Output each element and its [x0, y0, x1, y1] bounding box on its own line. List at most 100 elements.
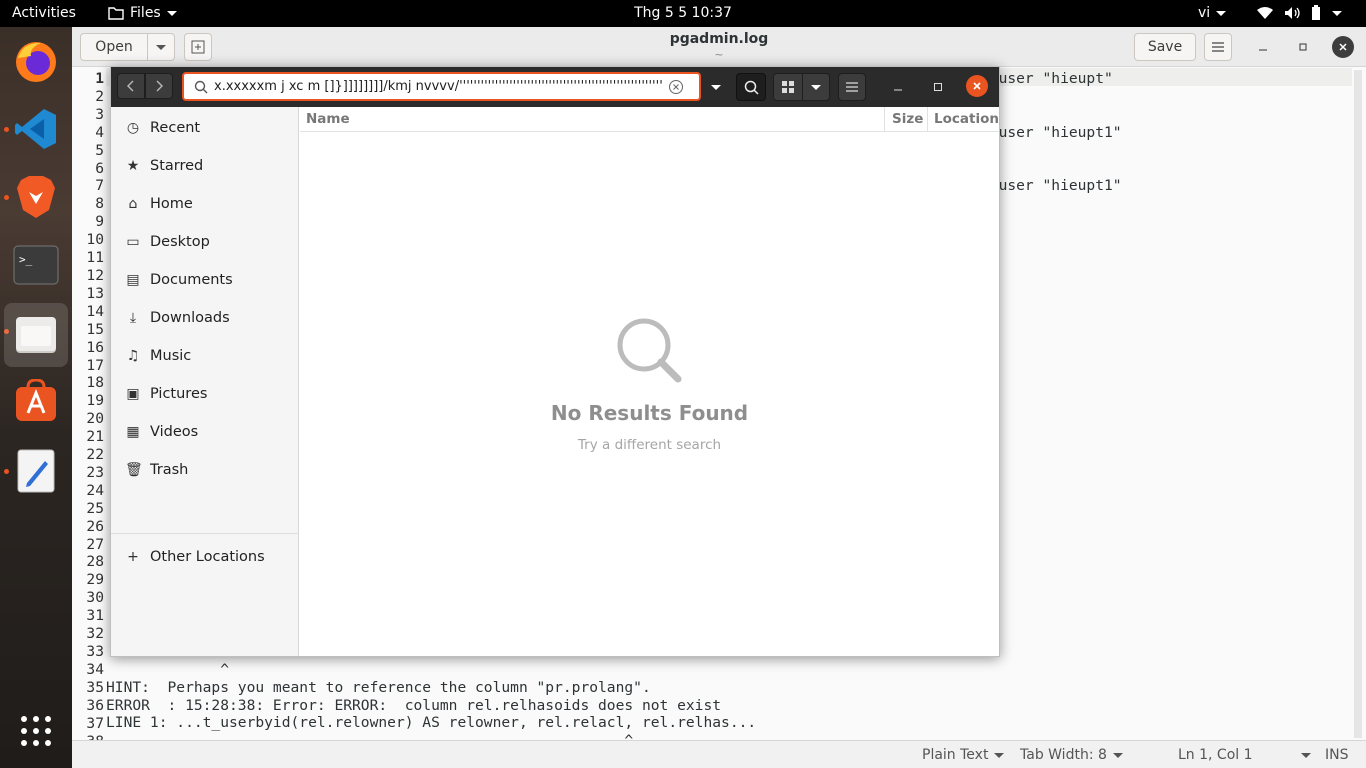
firefox-icon [16, 42, 56, 82]
grid-view-button[interactable] [773, 73, 803, 101]
dialog-headerbar: x.xxxxxm j xc m []}]]]]]]]]/kmj nvvvv/''… [111, 67, 999, 107]
column-divider [927, 107, 928, 132]
app-menu-label: Files [130, 5, 161, 21]
dialog-close-button[interactable] [966, 75, 988, 97]
sidebar-item-starred[interactable]: ★ Starred [111, 147, 299, 185]
sidebar-item-label: Home [150, 196, 193, 212]
dialog-minimize-button[interactable] [887, 73, 909, 101]
dialog-maximize-button[interactable] [927, 73, 949, 101]
search-toggle-button[interactable] [736, 73, 766, 101]
plus-icon: + [127, 549, 139, 565]
search-input[interactable]: x.xxxxxm j xc m []}]]]]]]]]/kmj nvvvv/''… [182, 72, 701, 101]
files-icon [16, 317, 56, 353]
line-number: 8 [95, 195, 104, 213]
chevron-down-icon [1332, 10, 1342, 16]
sidebar-item-other-locations[interactable]: + Other Locations [111, 538, 299, 576]
close-icon [1339, 43, 1347, 51]
app-menu[interactable]: Files [108, 5, 177, 21]
hamburger-menu-button[interactable] [1204, 33, 1232, 61]
language-selector[interactable]: Plain Text [922, 747, 1005, 763]
vscode-icon [15, 109, 56, 149]
text-editor-launcher[interactable] [12, 447, 60, 495]
chevron-right-icon [156, 80, 163, 92]
video-icon: ▦ [126, 424, 140, 440]
column-header-name[interactable]: Name [306, 111, 350, 127]
sidebar-item-pictures[interactable]: ▣ Pictures [111, 375, 299, 413]
chevron-down-icon [156, 44, 166, 50]
column-header-size[interactable]: Size [892, 111, 923, 127]
document-title: pgadmin.log [669, 31, 769, 47]
column-header-location[interactable]: Location [934, 111, 999, 127]
terminal-launcher[interactable]: >_ [12, 241, 60, 289]
back-button[interactable] [117, 73, 145, 99]
sidebar-item-label: Desktop [150, 234, 210, 250]
column-divider [884, 107, 885, 132]
sidebar-item-videos[interactable]: ▦ Videos [111, 413, 299, 451]
path-dropdown-button[interactable] [705, 73, 727, 101]
line-number: 34 [86, 660, 104, 678]
sidebar-item-home[interactable]: ⌂ Home [111, 185, 299, 223]
line-number: 16 [86, 338, 104, 356]
close-icon [973, 82, 981, 90]
dialog-menu-button[interactable] [838, 73, 866, 101]
open-button[interactable]: Open [80, 33, 148, 61]
software-store-icon [16, 379, 56, 421]
new-tab-button[interactable] [184, 33, 212, 61]
sidebar-item-label: Downloads [150, 310, 230, 326]
line-number: 24 [86, 481, 104, 499]
minimize-button[interactable] [1252, 36, 1274, 58]
search-icon [744, 80, 759, 95]
code-line-fragment: r user "hieupt1" [981, 177, 1122, 195]
code-line: ^ [106, 732, 633, 740]
line-number: 21 [86, 428, 104, 446]
sidebar-item-music[interactable]: ♫ Music [111, 337, 299, 375]
cursor-position-selector[interactable]: Ln 1, Col 1 [1178, 747, 1311, 763]
file-list-view[interactable]: Name Size Location No Results Found Try … [300, 107, 999, 656]
files-launcher[interactable] [4, 303, 68, 367]
view-options-dropdown[interactable] [802, 73, 830, 101]
desktop-icon: ▭ [126, 234, 140, 250]
chevron-left-icon [127, 80, 134, 92]
vscode-launcher[interactable] [12, 105, 60, 153]
maximize-button[interactable] [1292, 36, 1314, 58]
code-line: HINT: Perhaps you meant to reference the… [106, 678, 651, 696]
clear-search-icon[interactable] [668, 79, 684, 95]
download-icon: ⤓ [129, 310, 137, 326]
software-launcher[interactable] [12, 377, 60, 425]
chevron-down-icon [1216, 10, 1227, 16]
open-recent-dropdown[interactable] [147, 33, 175, 61]
activities-button[interactable]: Activities [12, 5, 76, 21]
volume-icon [1285, 7, 1300, 19]
maximize-icon [934, 83, 942, 91]
empty-state-subtitle: Try a different search [577, 437, 722, 453]
minimize-icon [1259, 49, 1267, 51]
editor-statusbar: Plain Text Tab Width: 8 Ln 1, Col 1 INS [72, 740, 1366, 768]
sidebar-item-recent[interactable]: ◷ Recent [111, 109, 299, 147]
sidebar-item-label: Recent [150, 120, 201, 136]
clock[interactable]: Thg 5 5 10:37 [634, 5, 732, 21]
save-button[interactable]: Save [1134, 33, 1196, 61]
firefox-launcher[interactable] [12, 37, 60, 85]
sidebar-item-documents[interactable]: ▤ Documents [111, 261, 299, 299]
show-applications-button[interactable] [12, 707, 60, 755]
minimize-icon [894, 89, 902, 91]
grid-view-icon [782, 81, 794, 93]
tab-width-selector[interactable]: Tab Width: 8 [1020, 747, 1123, 763]
line-number: 13 [86, 284, 104, 302]
forward-button[interactable] [145, 73, 173, 99]
code-line: ^ [106, 660, 230, 678]
line-number: 27 [86, 535, 104, 553]
close-button[interactable] [1332, 36, 1354, 58]
sidebar-item-desktop[interactable]: ▭ Desktop [111, 223, 299, 261]
line-number: 37 [86, 714, 104, 732]
system-status-menu[interactable] [1256, 3, 1342, 23]
sidebar-item-downloads[interactable]: ⤓ Downloads [111, 299, 299, 337]
line-number: 11 [86, 249, 104, 267]
language-indicator[interactable]: vi [1198, 5, 1227, 21]
new-document-icon [191, 40, 205, 54]
vertical-scrollbar[interactable] [1354, 70, 1362, 738]
brave-launcher[interactable] [12, 173, 60, 221]
app-grid-icon [21, 716, 51, 746]
sidebar-item-trash[interactable]: 🗑 Trash [111, 451, 299, 489]
code-line: ERROR : 15:28:38: Error: ERROR: column r… [106, 696, 722, 714]
